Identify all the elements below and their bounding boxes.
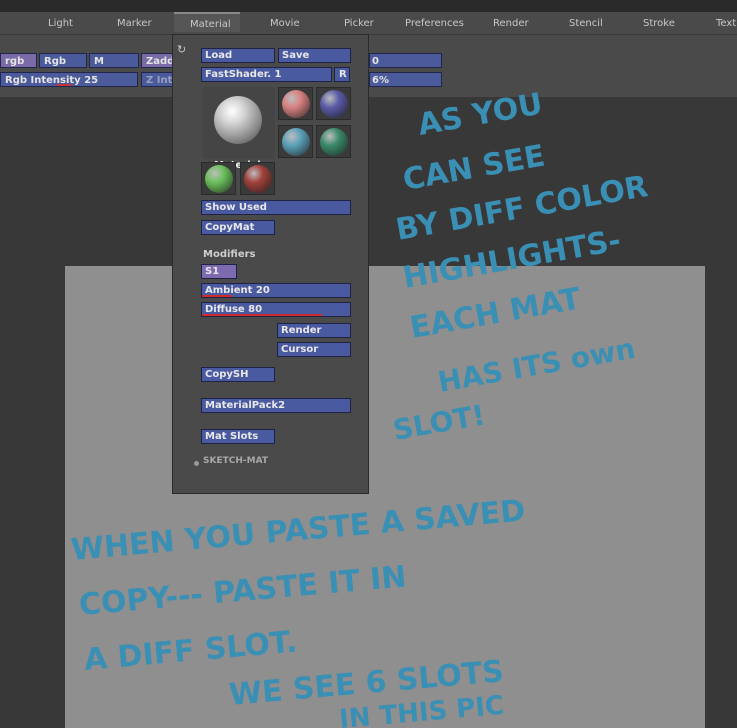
handwritten-annotations: AS YOU CAN SEE BY DIFF COLOR HIGHLIGHTS-… (70, 87, 651, 728)
note2-line2: COPY--- PASTE IT IN (78, 559, 408, 622)
note1-line2: CAN SEE (400, 139, 547, 198)
note1-line6: HAS ITS own (435, 332, 637, 399)
note2-line3: A DIFF SLOT. (83, 624, 299, 677)
note1-line7: SLOT! (390, 398, 487, 447)
note1-line1: AS YOU (415, 87, 545, 143)
note2-line1: WHEN YOU PASTE A SAVED (70, 493, 527, 568)
